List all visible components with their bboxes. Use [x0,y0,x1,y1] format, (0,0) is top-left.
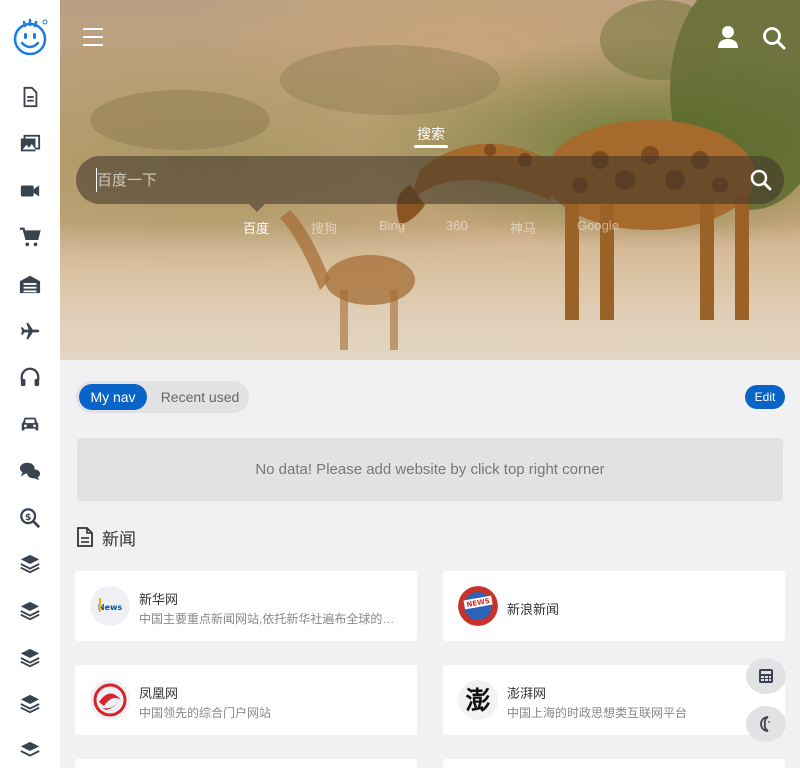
engine-pointer [249,204,265,212]
search-icon [763,27,786,50]
moon-icon [760,716,770,732]
sidebar-item-layer-4[interactable] [0,681,60,728]
logo-face-icon [13,18,48,56]
section-title: 新闻 [102,529,136,549]
sidebar: $ [0,0,60,768]
site-card-sina-news[interactable]: NEWS 新浪新闻 [443,571,785,641]
engine-360[interactable]: 360 [446,218,468,233]
svg-text:$: $ [25,511,31,522]
engine-google[interactable]: Google [577,218,619,233]
money-search-icon: $ [20,507,41,528]
warehouse-icon [19,275,41,294]
tab-my-nav[interactable]: My nav [79,384,147,410]
layers-icon [20,741,40,757]
chat-icon [19,462,41,481]
svg-text:澎: 澎 [465,686,490,715]
site-desc: 中国上海的时政思想类互联网平台 [507,706,688,720]
engine-baidu[interactable]: 百度 [243,218,269,237]
sidebar-item-layer-2[interactable] [0,588,60,635]
site-card-partial[interactable] [443,759,785,768]
thepaper-logo: 澎 [458,680,498,720]
site-logo[interactable] [0,0,60,74]
svg-text:News: News [98,603,123,612]
sidebar-item-cars[interactable] [0,401,60,448]
menu-button[interactable] [82,26,104,48]
site-name: 凤凰网 [139,686,179,701]
header-search-button[interactable] [762,26,786,50]
empty-nav-message: No data! Please add website by click top… [77,438,783,501]
sidebar-item-music[interactable] [0,354,60,401]
sidebar-item-layer-3[interactable] [0,634,60,681]
site-card-xinhua[interactable]: News 新华网 中国主要重点新闻网站,依托新华社遍布全球的采编网络 [75,571,417,641]
search-tab[interactable]: 搜索 [414,124,448,144]
calculator-icon [759,669,773,683]
section-header: 新闻 [76,525,136,549]
document-icon [77,527,93,547]
sidebar-item-video[interactable] [0,167,60,214]
site-name: 新华网 [139,592,179,607]
search-engine-list: 百度 搜狗 Bing 360 神马 Google [0,218,800,236]
xinhua-logo: News [90,586,130,626]
document-icon [23,87,38,108]
photos-icon [20,134,41,152]
dark-mode-button[interactable] [746,706,786,742]
sidebar-item-layer-5[interactable] [0,728,60,768]
user-button[interactable] [717,25,739,49]
engine-sogou[interactable]: 搜狗 [311,218,337,237]
site-desc: 中国主要重点新闻网站,依托新华社遍布全球的采编网络 [139,612,401,626]
search-icon [750,169,772,191]
site-name: 新浪新闻 [507,602,560,617]
search-submit-button[interactable] [750,169,772,191]
sidebar-item-travel[interactable] [0,307,60,354]
site-card-ifeng[interactable]: 凤凰网 中国领先的综合门户网站 [75,665,417,735]
sidebar-item-images[interactable] [0,121,60,168]
layers-icon [20,648,40,667]
sina-news-logo: NEWS [458,586,498,626]
search-bar [76,156,784,204]
edit-button[interactable]: Edit [745,385,785,409]
sidebar-item-news[interactable] [0,74,60,121]
tab-recent-used[interactable]: Recent used [154,384,246,410]
site-desc: 中国领先的综合门户网站 [139,706,272,720]
search-tab-underline [414,145,448,148]
site-name: 澎湃网 [507,686,547,701]
sidebar-item-warehouse[interactable] [0,261,60,308]
hamburger-icon [83,28,103,46]
layers-icon [20,601,40,621]
sidebar-item-finance[interactable]: $ [0,494,60,541]
search-input[interactable] [96,168,736,192]
layers-icon [20,555,40,574]
sidebar-item-community[interactable] [0,448,60,495]
sidebar-item-layer-1[interactable] [0,541,60,588]
car-icon [21,417,39,431]
layers-icon [20,695,40,714]
engine-bing[interactable]: Bing [379,218,405,233]
nav-tab-switch: My nav Recent used [76,381,249,413]
site-card-thepaper[interactable]: 澎 澎湃网 中国上海的时政思想类互联网平台 [443,665,785,735]
engine-shenma[interactable]: 神马 [510,218,536,237]
calculator-button[interactable] [746,658,786,694]
plane-icon [20,322,40,340]
site-card-partial[interactable] [75,759,417,768]
headphones-icon [20,368,40,387]
user-icon [718,26,738,48]
ifeng-logo [90,680,130,720]
video-icon [20,185,40,197]
